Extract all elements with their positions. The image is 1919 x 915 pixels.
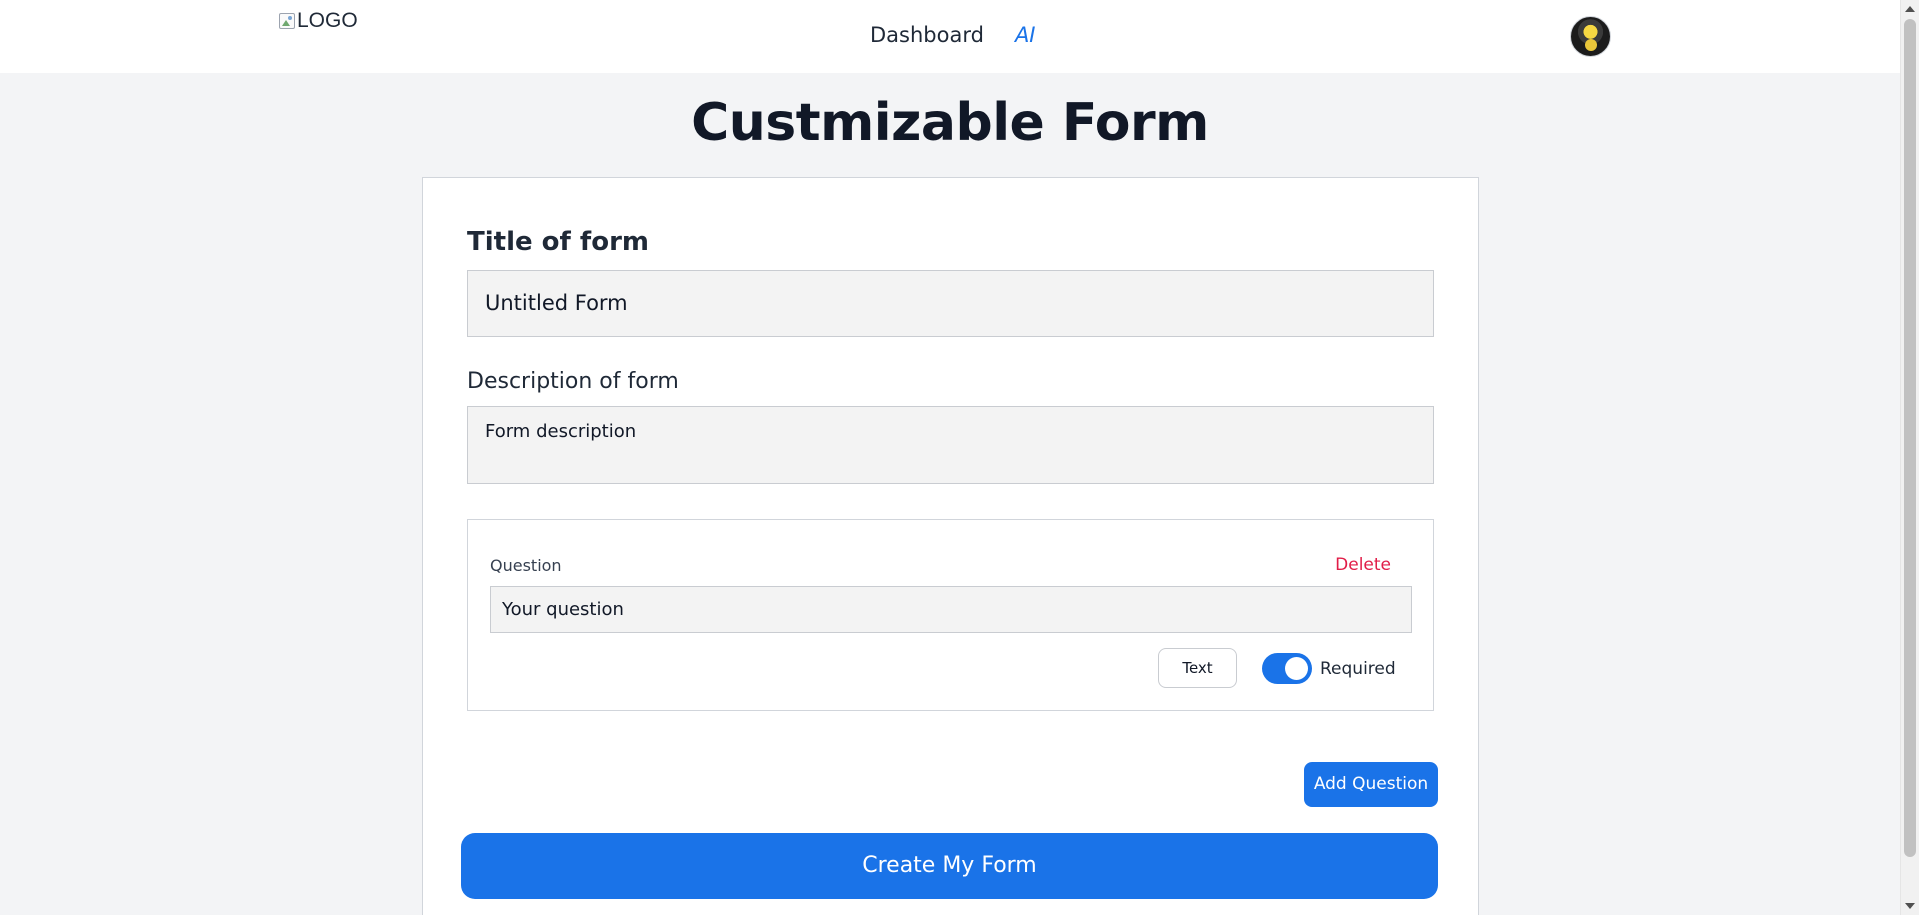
logo-alt-text: LOGO: [297, 9, 358, 32]
scroll-thumb[interactable]: [1904, 19, 1916, 857]
question-card: Question Delete Your question Text Requi…: [467, 519, 1434, 711]
form-description-textarea[interactable]: Form description: [467, 406, 1434, 484]
scroll-up-arrow-icon[interactable]: [1905, 6, 1915, 12]
delete-question-button[interactable]: Delete: [1335, 555, 1391, 575]
toggle-knob: [1285, 657, 1308, 680]
add-question-button[interactable]: Add Question: [1304, 762, 1438, 807]
nav-links: Dashboard AI: [870, 23, 1036, 47]
app-viewport: LOGO Dashboard AI Custmizable Form Title…: [0, 0, 1919, 915]
broken-image-icon: [279, 12, 295, 29]
nav-link-dashboard[interactable]: Dashboard: [870, 23, 984, 47]
scroll-down-arrow-icon[interactable]: [1905, 903, 1915, 909]
user-avatar[interactable]: [1570, 16, 1611, 57]
question-type-button[interactable]: Text: [1158, 648, 1237, 688]
form-card: Title of form Untitled Form Description …: [422, 177, 1479, 915]
required-toggle[interactable]: [1262, 653, 1312, 684]
required-label: Required: [1320, 659, 1396, 679]
top-navbar: LOGO Dashboard AI: [0, 0, 1900, 73]
create-form-button[interactable]: Create My Form: [461, 833, 1438, 899]
question-label: Question: [490, 556, 562, 575]
page-title: Custmizable Form: [691, 93, 1209, 153]
form-description-label: Description of form: [467, 369, 679, 394]
logo[interactable]: LOGO: [279, 10, 358, 31]
vertical-scrollbar[interactable]: [1900, 0, 1919, 915]
form-title-label: Title of form: [467, 227, 649, 257]
form-title-input[interactable]: Untitled Form: [467, 270, 1434, 337]
question-input[interactable]: Your question: [490, 586, 1412, 633]
nav-link-ai[interactable]: AI: [1015, 23, 1036, 47]
